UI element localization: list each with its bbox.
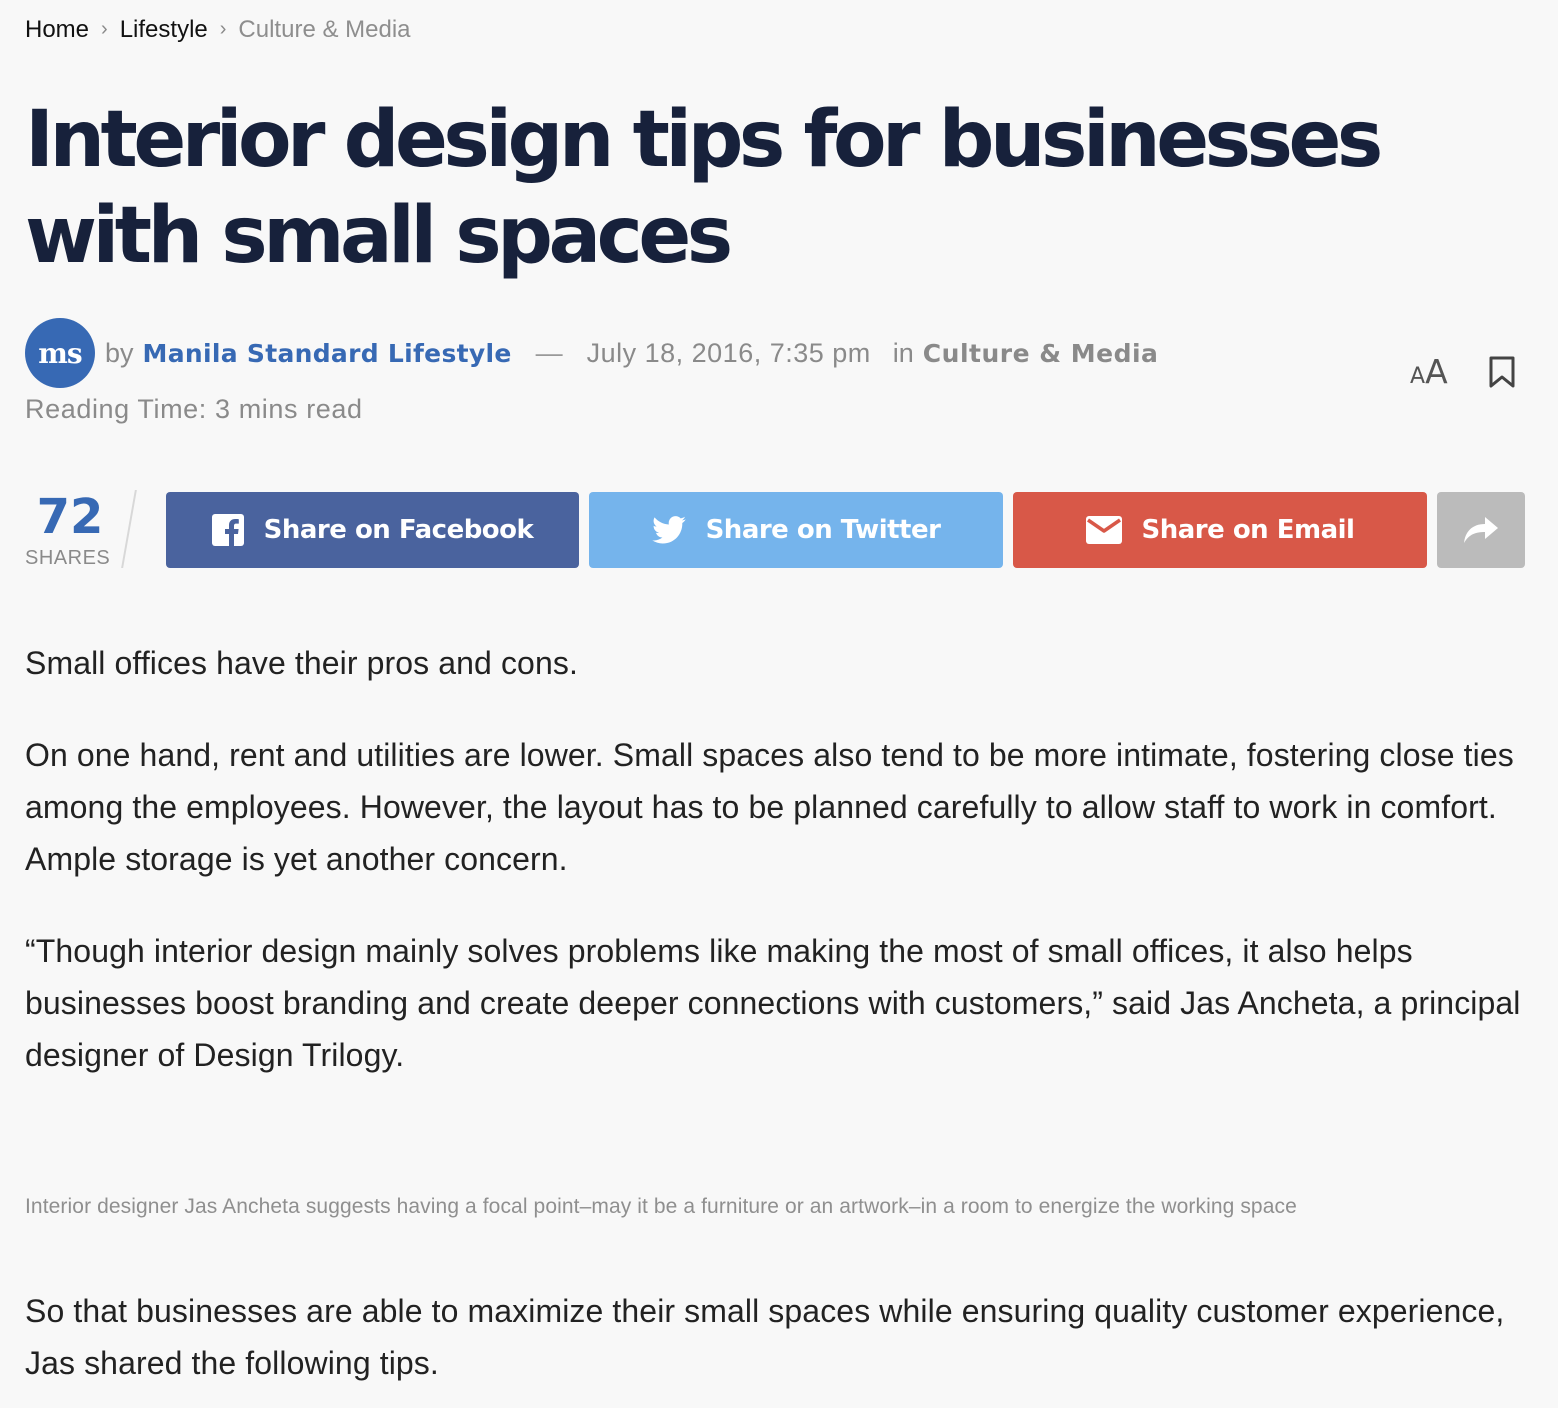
article-title: Interior design tips for businesses with… [25, 95, 1383, 281]
chevron-right-icon: › [101, 18, 108, 40]
bookmark-icon[interactable] [1488, 356, 1516, 388]
share-arrow-icon [1464, 517, 1498, 543]
font-size-small-icon: A [1410, 364, 1426, 389]
author-avatar[interactable]: ms [25, 318, 95, 388]
reading-time: Reading Time: 3 mins read [25, 394, 363, 424]
font-size-button[interactable]: A A [1410, 352, 1448, 391]
share-count-label: SHARES [25, 547, 111, 569]
article-page: Home › Lifestyle › Culture & Media Inter… [0, 0, 1558, 1408]
publish-date: July 18, 2016, 7:35 pm [586, 338, 871, 368]
chevron-right-icon: › [219, 18, 227, 40]
article-meta: by Manila Standard Lifestyle — July 18, … [105, 336, 1158, 371]
share-twitter-label: Share on Twitter [705, 515, 941, 545]
share-divider [121, 490, 137, 568]
article-paragraph: So that businesses are able to maximize … [25, 1293, 1505, 1381]
share-facebook-button[interactable]: Share on Facebook [166, 492, 579, 568]
breadcrumb-current: Culture & Media [238, 16, 411, 43]
article-paragraph: On one hand, rent and utilities are lowe… [25, 737, 1514, 877]
meta-separator: — [535, 338, 563, 368]
author-avatar-initials: ms [38, 336, 82, 370]
share-facebook-label: Share on Facebook [263, 515, 534, 545]
in-label: in [892, 338, 914, 368]
breadcrumb-home-link[interactable]: Home [25, 14, 89, 46]
twitter-icon [651, 516, 686, 544]
article-paragraph: Small offices have their pros and cons. [25, 645, 578, 681]
email-icon [1085, 516, 1122, 544]
share-count: 72 [36, 489, 104, 545]
share-more-button[interactable] [1437, 492, 1525, 568]
category-link[interactable]: Culture & Media [923, 337, 1159, 371]
share-twitter-button[interactable]: Share on Twitter [589, 492, 1003, 568]
facebook-icon [211, 514, 244, 546]
author-link[interactable]: Manila Standard Lifestyle [143, 337, 512, 371]
article-paragraph: “Though interior design mainly solves pr… [25, 933, 1521, 1073]
share-email-label: Share on Email [1141, 515, 1355, 545]
breadcrumb-lifestyle-link[interactable]: Lifestyle [120, 14, 208, 46]
share-email-button[interactable]: Share on Email [1013, 492, 1427, 568]
by-label: by [105, 338, 134, 368]
font-size-large-icon: A [1425, 352, 1448, 391]
breadcrumb: Home › Lifestyle › Culture & Media [25, 14, 411, 46]
share-counter: 72 SHARES [25, 490, 115, 572]
image-caption: Interior designer Jas Ancheta suggests h… [25, 1195, 1297, 1218]
